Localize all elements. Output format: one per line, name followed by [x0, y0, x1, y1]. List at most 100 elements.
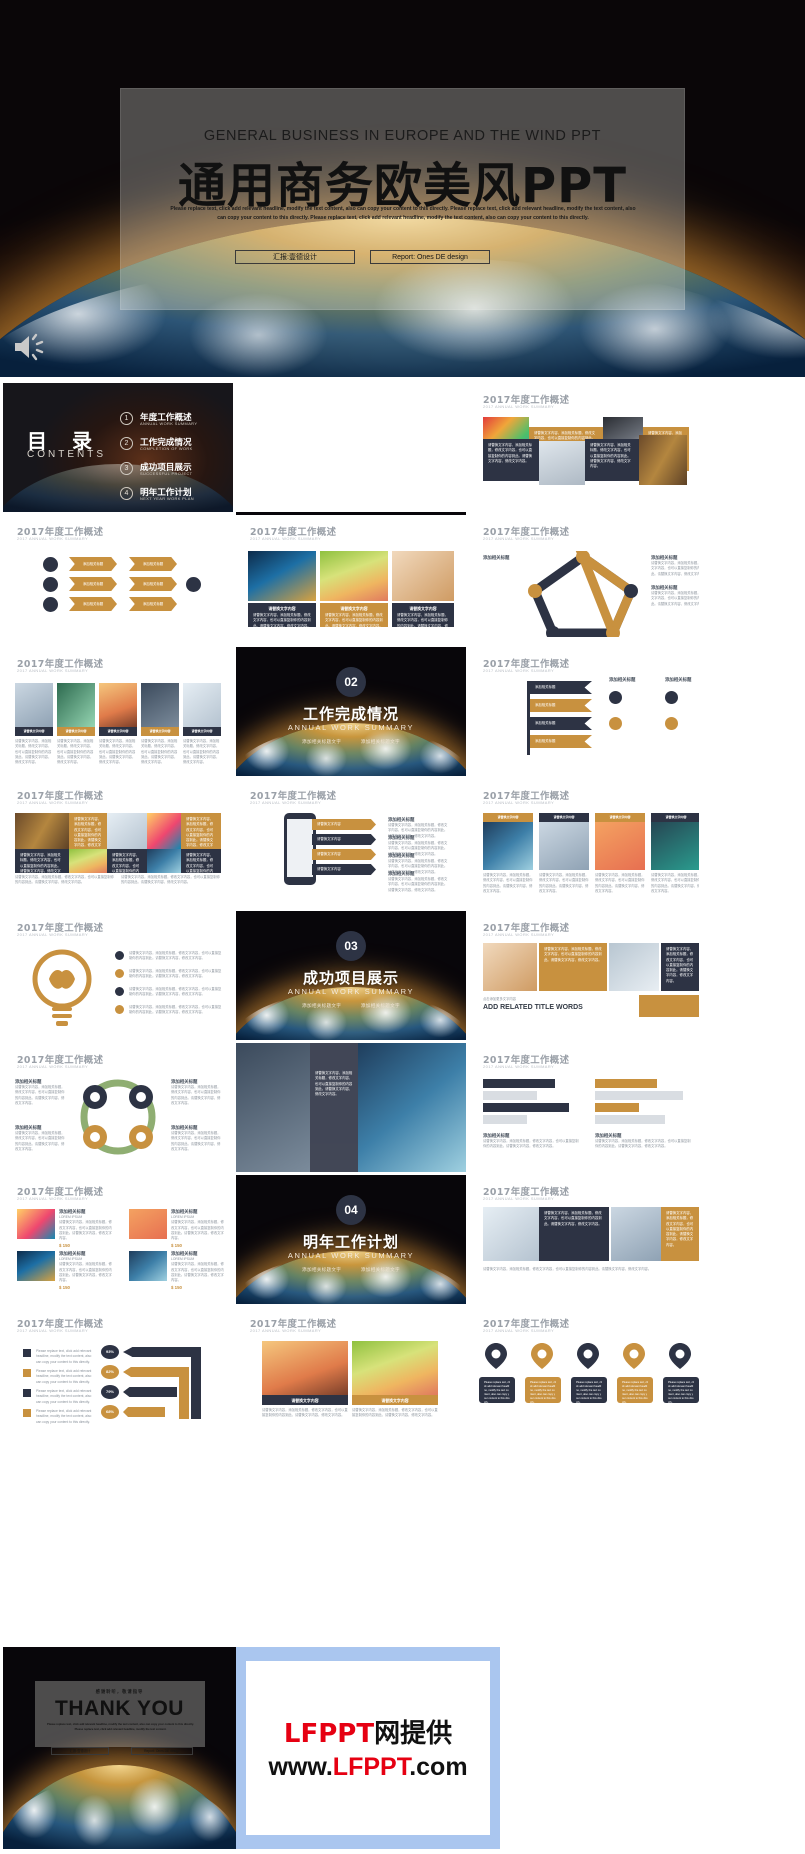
legend-entry: 添加相关标题: [609, 677, 653, 683]
marker-percentage: 75%: [585, 1351, 592, 1355]
divider-title-en: ANNUAL WORK SUMMARY: [287, 723, 415, 732]
divider-number: 02: [336, 667, 366, 697]
hero-report-en-button[interactable]: Report: Ones DE design: [370, 250, 490, 264]
caption-detail: 请替换文字内容，添加相关标题，修改文字内容，也可以直接复制你的内容到此。请替换文…: [99, 739, 137, 765]
slide-thank-you[interactable]: 感谢聆听，敬请指导 THANK YOU Please replace text,…: [3, 1647, 236, 1849]
slide-lightbulb[interactable]: 2017年度工作概述 2017 ANNUAL WORK SUMMARY 请替换文…: [3, 911, 233, 1040]
price-value: $ 150: [59, 1243, 70, 1249]
thankyou-report-en-button[interactable]: Report: Ones DE design: [131, 1747, 193, 1755]
step-text: Please replace text, click add relevant …: [530, 1381, 556, 1405]
text-card: 请替换文字内容，添加相关标题，修改文字内容，也可以直接复制你的内容到此。请替换文…: [181, 813, 221, 853]
price-value: $ 150: [59, 1285, 70, 1291]
map-marker-icon: [485, 1343, 507, 1369]
legend-entry: Please replace text, click add relevant …: [36, 1389, 94, 1405]
text-card: 请替换文字内容，添加相关标题，修改文字内容，也可以直接复制你的内容到此。请替换文…: [539, 1207, 609, 1261]
thankyou-report-cn-button[interactable]: 汇报:壹德设计: [51, 1747, 109, 1755]
card-text: 请替换文字内容，添加相关标题，修改文字内容，也可以直接复制你的内容到此。请替换文…: [590, 443, 631, 469]
promo-brand: LFPPT: [283, 1719, 375, 1749]
slide-two-photos[interactable]: 2017年度工作概述 2017 ANNUAL WORK SUMMARY 请替换文…: [236, 1307, 466, 1436]
caption-bar: 请替换文字内容: [539, 813, 589, 822]
kpi-badge: 79%: [101, 1385, 119, 1399]
bullet-text-line: 请替换文字内容，添加相关标题，修改文字内容，也可以直接复制你的内容到此。请替换文…: [129, 987, 222, 997]
price-card-text: 请替换文字内容，添加相关标题，修改文字内容，也可以直接复制你的内容到此。请替换文…: [171, 1262, 224, 1283]
caption-detail-text: 请替换文字内容，添加相关标题，修改文字内容，也可以直接复制你的内容到此。请替换文…: [15, 875, 114, 885]
slide-bar-chart[interactable]: 2017年度工作概述 2017 ANNUAL WORK SUMMARY 添加相关…: [469, 1043, 699, 1172]
slide-collage[interactable]: 请替换文字内容，添加相关标题，修改文字内容，也可以直接复制你的内容到此。请替换文…: [236, 1043, 466, 1172]
slide-arrow-kpi[interactable]: 2017年度工作概述 2017 ANNUAL WORK SUMMARY Plea…: [3, 1307, 233, 1436]
icon-circle: [43, 597, 58, 612]
caption-bar: 请替换文字内容: [141, 727, 179, 736]
slide-mosaic[interactable]: 2017年度工作概述 2017 ANNUAL WORK SUMMARY 请替换文…: [3, 779, 233, 908]
caption-bar: 请替换文字内容: [15, 727, 53, 736]
slide-arrow-process[interactable]: 2017年度工作概述 2017 ANNUAL WORK SUMMARY 添加相关…: [3, 515, 233, 644]
bar: [483, 1103, 569, 1112]
arrow-path: [123, 1407, 165, 1417]
list-bar-text: 请替换文字内容: [317, 867, 341, 871]
slide-thumbnail-grid: 目 录 CONTENTS 1 年度工作概述 ANNUAL WORK SUMMAR…: [0, 383, 805, 1439]
arrow-path: [123, 1387, 177, 1397]
slide-pentagon-diagram[interactable]: 2017年度工作概述 2017 ANNUAL WORK SUMMARY 添加相关…: [469, 515, 699, 644]
caption-detail-text: 请替换文字内容，添加相关标题，修改文字内容，也可以直接复制你的内容到此。请替换文…: [539, 873, 589, 893]
slide-three-photos[interactable]: 2017年度工作概述 2017 ANNUAL WORK SUMMARY 请替换文…: [236, 515, 466, 644]
slide-marker-timeline[interactable]: 2017年度工作概述 2017 ANNUAL WORK SUMMARY Plea…: [469, 1307, 699, 1436]
slide-flag-list[interactable]: 2017年度工作概述 2017 ANNUAL WORK SUMMARY 添加相关…: [469, 647, 699, 776]
slide-divider-04[interactable]: 04 明年工作计划 ANNUAL WORK SUMMARY 添加相关标题文字 添…: [236, 1175, 466, 1304]
ppt-template-preview: GENERAL BUSINESS IN EUROPE AND THE WIND …: [0, 0, 805, 1854]
photo-thumb: [483, 1207, 539, 1261]
price-card: 添加相关标题 LOREM IPSUM 请替换文字内容，添加相关标题，修改文字内容…: [59, 1251, 115, 1290]
kpi-badge: 82%: [101, 1365, 119, 1379]
text-card: 请替换文字内容，添加相关标题，修改文字内容，也可以直接复制你的内容到此。请替换文…: [69, 813, 107, 853]
bar: [595, 1103, 639, 1112]
slide-photo-cards[interactable]: 2017年度工作概述 2017 ANNUAL WORK SUMMARY 请替换文…: [469, 779, 699, 908]
slide-phone-list[interactable]: 2017年度工作概述 2017 ANNUAL WORK SUMMARY 请替换文…: [236, 779, 466, 908]
caption-detail: 请替换文字内容，添加相关标题，修改文字内容，也可以直接复制你的内容到此。请替换文…: [539, 873, 589, 894]
hero-report-cn-button[interactable]: 汇报:壹德设计: [235, 250, 355, 264]
caption-bar: 请替换文字内容: [483, 813, 533, 822]
slide-photo-grid[interactable]: 2017年度工作概述 2017 ANNUAL WORK SUMMARY 请替换文…: [469, 383, 699, 512]
price-card: 添加相关标题 LOREM IPSUM 请替换文字内容，添加相关标题，修改文字内容…: [171, 1251, 227, 1290]
arrow-node: 添加相关标题: [69, 557, 117, 571]
slide-gear-cycle[interactable]: 2017年度工作概述 2017 ANNUAL WORK SUMMARY 添加相关…: [3, 1043, 233, 1172]
photo-thumb: [17, 1251, 55, 1281]
divider-title-en: ANNUAL WORK SUMMARY: [287, 987, 415, 996]
caption-detail-text: 请替换文字内容，添加相关标题，修改文字内容，也可以直接复制你的内容到此。请替换文…: [183, 739, 220, 765]
marker-value: 70%: [663, 1351, 699, 1355]
flag-banner: 添加相关标题: [530, 681, 592, 694]
caption-detail: 请替换文字内容，添加相关标题，修改文字内容，也可以直接复制你的内容到此。请替换文…: [595, 873, 645, 894]
photo-thumb: [248, 551, 316, 601]
slide-five-portraits[interactable]: 2017年度工作概述 2017 ANNUAL WORK SUMMARY 请替换文…: [3, 647, 233, 776]
promo-line-2: www.LFPPT.com: [246, 1753, 490, 1782]
chart-caption: 添加相关标题 请替换文字内容，添加相关标题，修改文字内容，也可以直接复制你的内容到…: [483, 1133, 579, 1150]
legend-entry: Please replace text, click add relevant …: [36, 1369, 94, 1385]
icon-circle: [609, 691, 622, 704]
promo-url-brand: LFPPT: [332, 1753, 410, 1781]
accent-block: [639, 995, 699, 1017]
legend-text: Please replace text, click add relevant …: [36, 1369, 92, 1384]
footer-paragraph: 请替换文字内容，添加相关标题，修改文字内容，也可以直接复制你的内容到此。请替换文…: [483, 1267, 699, 1272]
slide-divider-02[interactable]: 02 工作完成情况 ANNUAL WORK SUMMARY 添加相关标题文字 添…: [236, 647, 466, 776]
kpi-value: 82%: [105, 1369, 114, 1374]
price-value: $ 150: [171, 1285, 182, 1291]
kpi-value: 93%: [105, 1349, 114, 1354]
step-text: Please replace text, click add relevant …: [576, 1381, 602, 1405]
marker-percentage: 85%: [539, 1351, 546, 1355]
bullet-text: 请替换文字内容，添加相关标题，修改文字内容，也可以直接复制你的内容到此。请替换文…: [129, 1005, 223, 1016]
list-bar: 请替换文字内容: [312, 819, 376, 830]
hero-slide[interactable]: GENERAL BUSINESS IN EUROPE AND THE WIND …: [0, 0, 805, 377]
legend-title: 添加相关标题: [483, 555, 510, 560]
legend-entry: 添加相关标题 请替换文字内容，添加相关标题，修改文字内容，也可以直接复制你的内容…: [651, 585, 699, 607]
slide-teamwork[interactable]: 2017年度工作概述 2017 ANNUAL WORK SUMMARY 请替换文…: [469, 911, 699, 1040]
subtitle-cn: 点击添加更多文字内容: [483, 997, 516, 1001]
bar: [595, 1079, 657, 1088]
slide-divider-03[interactable]: 03 成功项目展示 ANNUAL WORK SUMMARY 添加相关标题文字 添…: [236, 911, 466, 1040]
slide-price-cards[interactable]: 2017年度工作概述 2017 ANNUAL WORK SUMMARY 添加相关…: [3, 1175, 233, 1304]
list-bar-text: 请替换文字内容: [317, 837, 341, 841]
slide-contents[interactable]: 目 录 CONTENTS 1 年度工作概述 ANNUAL WORK SUMMAR…: [3, 383, 233, 512]
bar: [483, 1079, 555, 1088]
slide-panel-split[interactable]: 2017年度工作概述 2017 ANNUAL WORK SUMMARY 请替换文…: [469, 1175, 699, 1304]
text-card: 请替换文字内容，添加相关标题，修改文字内容，也可以直接复制你的内容到此。请替换文…: [661, 1207, 699, 1261]
caption-detail: 请替换文字内容，添加相关标题，修改文字内容，也可以直接复制你的内容到此。请替换文…: [141, 739, 179, 765]
speaker-icon[interactable]: [12, 332, 46, 362]
caption-bar: 请替换文字内容: [595, 813, 645, 822]
photo-thumb: [320, 551, 388, 601]
